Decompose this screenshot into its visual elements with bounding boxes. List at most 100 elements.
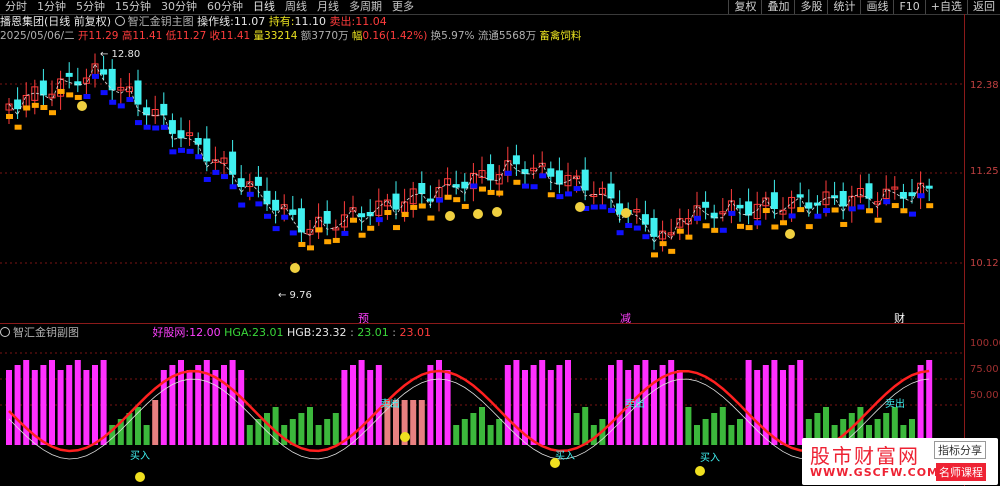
- candle-body: [168, 120, 176, 134]
- ma-block: [504, 170, 512, 176]
- hold-value: 11.10: [294, 15, 327, 28]
- period-tab-9[interactable]: 多周期: [344, 0, 387, 14]
- signal-bar: [917, 365, 924, 445]
- candle-body: [263, 190, 271, 205]
- signal-bar: [737, 419, 743, 445]
- candle-body: [160, 103, 168, 116]
- ma-block: [255, 201, 263, 207]
- toolbar-buttons: 复权 叠加 多股 统计 画线 F10 +自选 返回: [728, 0, 1000, 14]
- ma-block: [676, 228, 684, 234]
- sub-axis-75: 75.00: [970, 364, 999, 375]
- signal-bar: [74, 360, 81, 445]
- vol-label: 量: [253, 30, 265, 42]
- high-value: 11.41: [132, 30, 163, 42]
- toolbar-button-0[interactable]: 复权: [728, 0, 761, 14]
- signal-bar: [444, 370, 451, 445]
- ma-block: [358, 232, 366, 238]
- toolbar-button-6[interactable]: +自选: [924, 0, 967, 14]
- ma-block: [281, 214, 289, 220]
- signal-bar: [152, 400, 159, 445]
- ma-block: [737, 223, 744, 229]
- sell-value: 11.04: [355, 15, 387, 28]
- sub-indicator-name[interactable]: 智汇金钥副图: [13, 326, 79, 339]
- period-tab-2[interactable]: 5分钟: [71, 0, 110, 14]
- stock-name: 播恩集团(日线 前复权): [0, 15, 112, 28]
- ma-block: [298, 241, 306, 247]
- ma-block: [599, 204, 607, 210]
- signal-bar: [83, 370, 90, 445]
- watermark-title: 股市财富网: [810, 444, 920, 468]
- sell-signal: 卖出: [380, 397, 400, 410]
- signal-bar: [186, 370, 193, 445]
- ma-block: [556, 194, 564, 200]
- ma-block: [848, 206, 856, 212]
- ma-block: [866, 208, 873, 214]
- indicator-name[interactable]: 智汇金钥主图: [128, 15, 194, 28]
- toolbar-button-5[interactable]: F10: [893, 0, 924, 14]
- signal-bar: [582, 407, 589, 445]
- signal-bar: [427, 365, 434, 445]
- signal-bar: [66, 365, 73, 445]
- period-tab-1[interactable]: 1分钟: [32, 0, 71, 14]
- candle-body: [925, 185, 933, 189]
- signal-bar: [694, 425, 700, 445]
- ma-block: [401, 212, 409, 218]
- candle-body: [289, 209, 297, 215]
- period-tab-6[interactable]: 日线: [248, 0, 280, 14]
- signal-bar: [332, 413, 339, 445]
- toolbar-button-7[interactable]: 返回: [967, 0, 1000, 14]
- op-label: 操作线:: [197, 15, 234, 28]
- gear-icon[interactable]: [114, 16, 125, 26]
- candle-body: [702, 201, 710, 208]
- ma-block: [754, 220, 762, 226]
- candle-body: [254, 176, 262, 186]
- signal-bar: [324, 419, 331, 445]
- gear-icon[interactable]: [0, 327, 10, 337]
- money-bag-icon: [621, 208, 631, 218]
- ma-block: [186, 148, 194, 154]
- ma-block: [823, 207, 830, 213]
- good-value: 12.00: [189, 326, 221, 339]
- signal-bar: [92, 365, 98, 445]
- turn-value: 5.97%: [441, 30, 475, 42]
- candle-body: [650, 217, 658, 237]
- ma-block: [453, 197, 461, 203]
- ma-block: [324, 239, 332, 245]
- toolbar-button-2[interactable]: 多股: [794, 0, 827, 14]
- ma-block: [418, 203, 426, 209]
- ma-block: [608, 207, 615, 213]
- period-tab-10[interactable]: 更多: [387, 0, 419, 14]
- panel-divider: [0, 323, 964, 324]
- ma-block: [264, 213, 271, 219]
- period-tab-0[interactable]: 分时: [0, 0, 32, 14]
- signal-bar: [289, 419, 296, 445]
- smiley-icon: [400, 432, 410, 442]
- signal-bar: [719, 407, 726, 445]
- ma-block: [470, 183, 478, 189]
- toolbar-button-3[interactable]: 统计: [827, 0, 860, 14]
- toolbar-button-4[interactable]: 画线: [860, 0, 893, 14]
- period-tab-4[interactable]: 30分钟: [156, 0, 202, 14]
- ma-block: [728, 210, 736, 216]
- period-tab-7[interactable]: 周线: [280, 0, 312, 14]
- amt-value: 3770万: [311, 30, 349, 42]
- ma-block: [315, 227, 323, 233]
- signal-bar: [100, 360, 107, 445]
- ma-block: [126, 96, 134, 102]
- ma-block: [831, 207, 839, 213]
- hgb-value: 23.32: [315, 326, 347, 339]
- period-tab-8[interactable]: 月线: [312, 0, 344, 14]
- candlestick-chart[interactable]: ← 12.80← 9.76预减财: [0, 44, 964, 324]
- period-tabs: 分时 1分钟 5分钟 15分钟 30分钟 60分钟 日线 周线 月线 多周期 更多: [0, 0, 419, 14]
- candle-body: [908, 192, 916, 197]
- toolbar-button-1[interactable]: 叠加: [761, 0, 794, 14]
- quote-line: 2025/05/06/二 开11.29 高11.41 低11.27 收11.41…: [0, 29, 581, 43]
- sell-signal: 卖出: [885, 397, 905, 410]
- signal-bar: [547, 370, 554, 445]
- period-tab-3[interactable]: 15分钟: [110, 0, 156, 14]
- ma-block: [917, 193, 925, 199]
- ma-block: [289, 230, 297, 236]
- price-axis-top: 12.38: [970, 80, 999, 91]
- ma-block: [31, 102, 39, 108]
- period-tab-5[interactable]: 60分钟: [202, 0, 248, 14]
